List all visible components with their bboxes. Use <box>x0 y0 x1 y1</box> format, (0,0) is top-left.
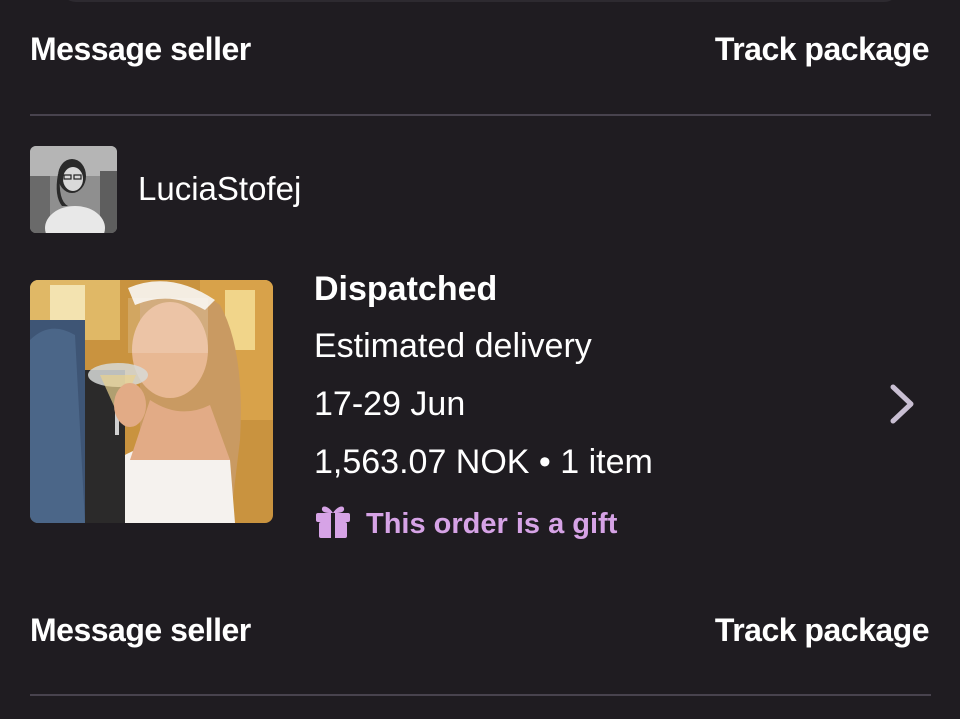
message-seller-button[interactable]: Message seller <box>30 33 251 65</box>
order-status: Dispatched <box>314 270 498 308</box>
estimated-delivery-label: Estimated delivery <box>314 327 592 365</box>
delivery-dates: 17-29 Jun <box>314 385 466 423</box>
message-seller-button-bottom[interactable]: Message seller <box>30 614 251 646</box>
seller-name[interactable]: LuciaStofej <box>138 172 301 205</box>
chevron-right-icon[interactable] <box>885 383 919 425</box>
order-list-screen: Message seller Track package LuciaStofej <box>0 0 960 719</box>
gift-label: This order is a gift <box>366 507 618 540</box>
order-info[interactable]: Dispatched Estimated delivery 17-29 Jun … <box>314 270 653 545</box>
track-package-button-bottom[interactable]: Track package <box>715 614 930 646</box>
previous-card-edge <box>60 0 900 2</box>
gift-icon <box>314 503 352 545</box>
track-package-button[interactable]: Track package <box>715 33 930 65</box>
gift-indicator: This order is a gift <box>314 503 653 545</box>
seller-avatar[interactable] <box>30 146 117 233</box>
divider-bottom <box>30 694 931 696</box>
divider <box>30 114 931 116</box>
product-image[interactable] <box>30 280 273 523</box>
order-total-items: 1,563.07 NOK • 1 item <box>314 443 653 481</box>
